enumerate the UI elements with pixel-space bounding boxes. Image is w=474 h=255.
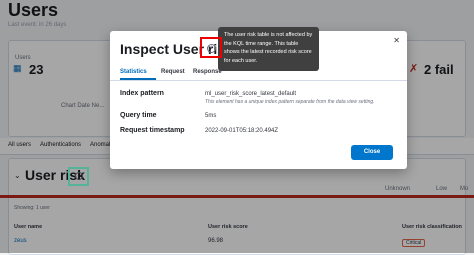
field-value-request-timestamp: 2022-09-01T05:18:20.494Z <box>205 128 279 134</box>
info-tooltip: The user risk table is not affected by t… <box>218 27 319 71</box>
tab-response[interactable]: Response <box>193 69 222 75</box>
field-value-query-time: 5ms <box>205 113 217 119</box>
tab-statistics[interactable]: Statistics <box>120 69 147 75</box>
highlight-box <box>200 37 222 58</box>
tab-request[interactable]: Request <box>161 69 185 75</box>
close-icon[interactable]: ✕ <box>393 36 400 45</box>
field-label-index-pattern: Index pattern <box>120 90 164 97</box>
close-button[interactable]: Close <box>351 145 393 160</box>
highlight-box <box>68 167 89 186</box>
field-value-index-pattern: ml_user_risk_score_latest_default <box>205 91 297 97</box>
field-label-request-timestamp: Request timestamp <box>120 127 185 134</box>
tabs-divider <box>110 80 407 81</box>
field-note-index-pattern: This element has a unique index pattern … <box>205 99 375 105</box>
field-label-query-time: Query time <box>120 112 157 119</box>
